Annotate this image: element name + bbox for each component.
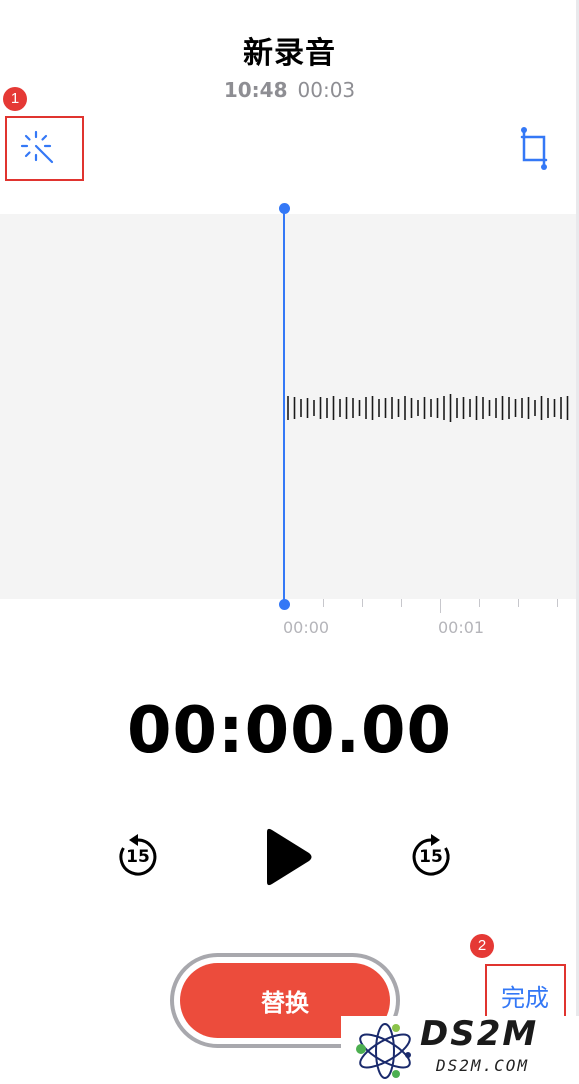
page-title: 新录音 xyxy=(243,36,336,71)
watermark-brand: DS2M xyxy=(420,1014,539,1054)
timeline-tick xyxy=(401,599,402,607)
elapsed-timer: 00:00.00 xyxy=(126,694,453,768)
watermark-domain: DS2M.COM xyxy=(436,1056,530,1075)
waveform-bars xyxy=(287,394,569,422)
timeline-tick xyxy=(557,599,558,607)
annotation-badge-2: 2 xyxy=(470,934,494,958)
magic-wand-icon xyxy=(20,130,54,164)
play-icon xyxy=(267,828,312,886)
recording-meta: 10:48 00:03 xyxy=(0,78,579,102)
play-button[interactable] xyxy=(261,826,315,888)
enhance-button[interactable] xyxy=(19,129,59,169)
timeline-tick xyxy=(323,599,324,607)
recording-duration: 00:03 xyxy=(297,78,356,102)
timeline-tick xyxy=(479,599,480,607)
trim-button[interactable] xyxy=(516,127,552,171)
timeline-tick xyxy=(440,599,441,613)
timeline-tick xyxy=(518,599,519,607)
playhead[interactable] xyxy=(283,208,285,605)
timeline-tick xyxy=(362,599,363,607)
recording-time: 10:48 xyxy=(223,78,288,102)
crop-icon xyxy=(520,127,548,170)
timeline-label-start: 00:00 xyxy=(283,618,330,637)
atom-logo-icon xyxy=(356,1023,411,1079)
timeline-label-1s: 00:01 xyxy=(438,618,485,637)
skip-back-label: 15 xyxy=(126,847,150,867)
annotation-badge-1: 1 xyxy=(3,87,27,111)
playhead-top-handle[interactable] xyxy=(279,203,290,214)
playhead-bottom-handle[interactable] xyxy=(279,599,290,610)
skip-forward-label: 15 xyxy=(419,847,443,867)
